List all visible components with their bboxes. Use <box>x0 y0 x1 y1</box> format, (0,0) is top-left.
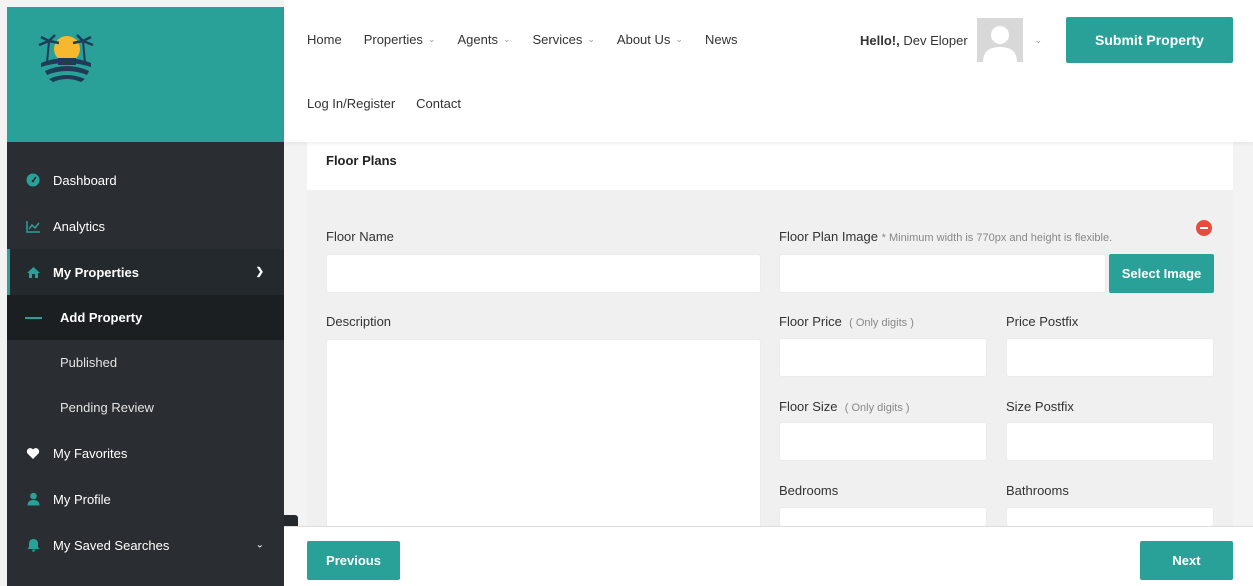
floor-price-label: Floor Price ( Only digits ) <box>779 314 914 329</box>
active-indicator <box>25 316 42 319</box>
chevron-down-icon: ⌄ <box>255 539 264 551</box>
user-greeting: Hello!, Dev Eloper <box>860 33 968 48</box>
floor-price-label-text: Floor Price <box>779 314 842 329</box>
logo-area <box>7 7 284 142</box>
sidebar-item-label: Published <box>60 355 118 370</box>
sidebar-item-my-favorites[interactable]: My Favorites <box>7 430 284 476</box>
chevron-down-icon: ⌄ <box>675 33 683 44</box>
floor-price-hint: ( Only digits ) <box>849 317 914 329</box>
sidebar-item-add-property[interactable]: Add Property <box>7 295 284 340</box>
sidebar-item-published[interactable]: Published <box>7 340 284 385</box>
remove-floor-plan-icon[interactable] <box>1196 220 1212 236</box>
sidebar-item-label: Add Property <box>60 310 143 325</box>
sidebar-item-label: Dashboard <box>53 172 117 188</box>
section-title: Floor Plans <box>326 153 397 168</box>
nav-about-us[interactable]: About Us ⌄ <box>617 32 683 47</box>
sidebar-item-label: Analytics <box>53 218 106 234</box>
size-postfix-input[interactable] <box>1006 422 1214 461</box>
nav-contact[interactable]: Contact <box>416 96 461 111</box>
price-postfix-input[interactable] <box>1006 338 1214 377</box>
nav-label: Home <box>307 31 342 47</box>
nav-agents[interactable]: Agents ⌄ <box>457 32 510 47</box>
floor-name-label: Floor Name <box>326 229 394 244</box>
submit-property-button[interactable]: Submit Property <box>1066 17 1233 63</box>
top-header: Home Properties ⌄ Agents ⌄ Services ⌄ About… <box>284 0 1253 142</box>
floor-size-label-text: Floor Size <box>779 399 838 414</box>
user-menu[interactable]: Hello!, Dev Eloper ⌄ <box>860 18 1042 62</box>
sidebar-item-label: My Favorites <box>53 445 128 461</box>
select-image-button[interactable]: Select Image <box>1109 254 1214 293</box>
sidebar-item-dashboard[interactable]: Dashboard <box>7 157 284 203</box>
sidebar-item-my-saved-searches[interactable]: My Saved Searches ⌄ <box>7 522 284 568</box>
sidebar-item-pending-review[interactable]: Pending Review <box>7 385 284 430</box>
next-button[interactable]: Next <box>1140 541 1233 580</box>
sidebar-item-label: My Profile <box>53 491 111 507</box>
user-icon <box>25 491 41 507</box>
greeting-prefix: Hello!, <box>860 32 900 48</box>
bell-icon <box>25 537 41 553</box>
home-icon <box>25 264 41 280</box>
sidebar-item-my-profile[interactable]: My Profile <box>7 476 284 522</box>
sidebar-item-analytics[interactable]: Analytics <box>7 203 284 249</box>
size-postfix-label: Size Postfix <box>1006 399 1074 414</box>
sidebar-item-label: My Properties <box>53 264 139 280</box>
floor-plans-card-header: Floor Plans <box>307 142 1233 190</box>
site-logo[interactable] <box>31 25 101 87</box>
chevron-down-icon: ❯ <box>255 266 264 278</box>
nav-label: News <box>704 31 738 47</box>
avatar[interactable] <box>976 18 1023 62</box>
nav-services[interactable]: Services ⌄ <box>533 32 595 47</box>
chart-line-icon <box>25 218 41 234</box>
bathrooms-label: Bathrooms <box>1006 483 1069 498</box>
chevron-down-icon: ⌄ <box>427 33 436 44</box>
floor-size-hint: ( Only digits ) <box>844 402 910 414</box>
nav-label: Services <box>532 31 583 47</box>
sidebar-item-label: My Saved Searches <box>53 537 170 553</box>
main-nav: Home Properties ⌄ Agents ⌄ Services ⌄ About… <box>307 26 759 52</box>
description-label: Description <box>326 314 392 329</box>
nav-properties[interactable]: Properties ⌄ <box>364 32 436 47</box>
nav-home[interactable]: Home <box>307 32 342 47</box>
bathrooms-input[interactable] <box>1006 507 1214 526</box>
nav-login-register[interactable]: Log In/Register <box>307 96 395 111</box>
form-footer-bar: Previous Next <box>284 526 1253 586</box>
sidebar-item-my-properties[interactable]: My Properties ❯ <box>7 249 284 295</box>
user-name: Dev Eloper <box>903 32 968 48</box>
description-textarea[interactable] <box>326 339 761 526</box>
sidebar: Dashboard Analytics My Properties ❯ Add … <box>7 7 298 586</box>
floor-name-input[interactable] <box>326 254 761 293</box>
chevron-down-icon: ⌄ <box>502 33 511 44</box>
nav-label: About Us <box>616 31 671 47</box>
price-postfix-label: Price Postfix <box>1006 314 1079 329</box>
previous-button[interactable]: Previous <box>307 541 400 580</box>
sidebar-item-label: Pending Review <box>60 400 154 415</box>
floor-size-label: Floor Size ( Only digits ) <box>779 399 910 414</box>
dashboard-icon <box>25 172 41 188</box>
secondary-nav: Log In/Register Contact <box>307 96 482 111</box>
floor-size-input[interactable] <box>779 422 987 461</box>
side-nav: Dashboard Analytics My Properties ❯ Add … <box>7 142 284 568</box>
chevron-down-icon: ⌄ <box>1034 34 1043 45</box>
floor-plan-image-hint: * Minimum width is 770px and height is f… <box>881 232 1113 244</box>
floor-plan-form: Floor Name Floor Plan Image * Minimum wi… <box>307 190 1233 526</box>
floor-price-input[interactable] <box>779 338 987 377</box>
floor-plan-image-label: Floor Plan Image * Minimum width is 770p… <box>779 229 1112 244</box>
floor-plan-image-label-text: Floor Plan Image <box>779 229 878 244</box>
nav-label: Agents <box>457 31 498 47</box>
chevron-down-icon: ⌄ <box>587 33 595 44</box>
bedrooms-label: Bedrooms <box>779 483 839 498</box>
nav-news[interactable]: News <box>705 32 738 47</box>
nav-label: Properties <box>363 31 423 47</box>
floor-plan-image-input[interactable] <box>779 254 1106 293</box>
bedrooms-input[interactable] <box>779 507 987 526</box>
heart-icon <box>25 445 41 461</box>
